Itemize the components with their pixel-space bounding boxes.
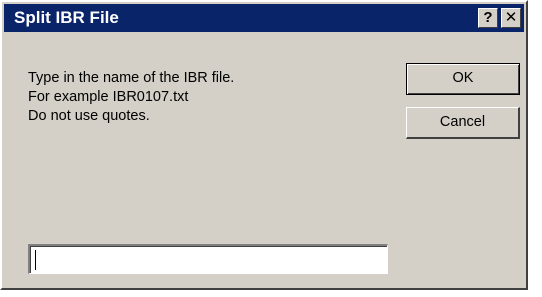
text-caret: [35, 250, 36, 270]
close-icon: ✕: [504, 9, 518, 26]
window-title: Split IBR File: [14, 8, 119, 27]
cancel-button[interactable]: Cancel: [406, 107, 520, 139]
instruction-text: Type in the name of the IBR file. For ex…: [28, 69, 234, 126]
filename-input[interactable]: [28, 244, 388, 274]
instruction-line-1: Type in the name of the IBR file.: [28, 70, 235, 86]
help-icon: ?: [483, 9, 493, 26]
help-button[interactable]: ?: [478, 8, 498, 28]
instruction-line-2: For example IBR0107.txt: [28, 89, 189, 105]
title-bar[interactable]: Split IBR File ? ✕: [4, 4, 524, 32]
ok-button[interactable]: OK: [406, 63, 520, 95]
instruction-line-3: Do not use quotes.: [28, 108, 150, 124]
split-ibr-dialog: Split IBR File ? ✕ Type in the name of t…: [0, 0, 528, 290]
close-button[interactable]: ✕: [501, 8, 521, 28]
